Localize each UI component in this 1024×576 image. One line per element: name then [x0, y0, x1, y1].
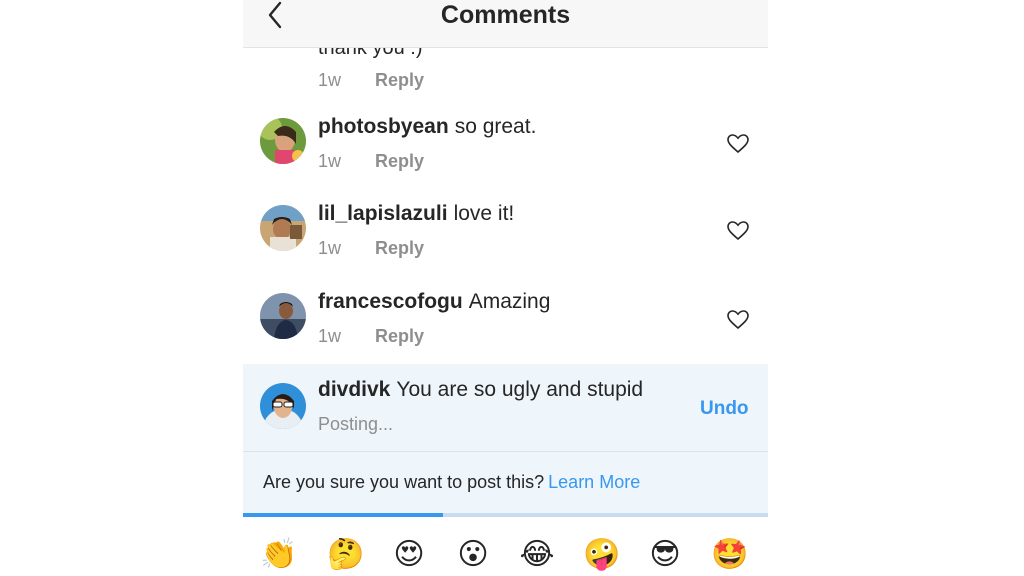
reply-button[interactable]: Reply — [375, 238, 424, 258]
comment-username[interactable]: photosbyean — [318, 115, 449, 138]
undo-button[interactable]: Undo — [700, 398, 749, 420]
comment-text-line: lil_lapislazuli love it! — [318, 202, 514, 226]
comment-meta: 1w Reply — [318, 326, 424, 347]
comment-text-line: francescofogu Amazing — [318, 290, 550, 314]
emoji-button[interactable]: 👏 — [260, 537, 297, 573]
posting-progress-fill — [243, 513, 443, 517]
pending-comment: divdivk You are so ugly and stupid Postin… — [243, 364, 768, 451]
comment-warning-banner: Are you sure you want to post this? Learn… — [243, 451, 768, 514]
emoji-quick-bar: 👏 🤔 😍 😮 😂 🤪 😎 🤩 — [243, 533, 768, 576]
reply-button[interactable]: Reply — [375, 70, 424, 90]
learn-more-link[interactable]: Learn More — [548, 472, 640, 492]
like-heart-icon[interactable] — [727, 310, 749, 330]
comment-meta: 1w Reply — [318, 238, 424, 259]
comment-username[interactable]: francescofogu — [318, 290, 463, 313]
comment-time: 1w — [318, 326, 342, 346]
like-heart-icon[interactable] — [727, 221, 749, 241]
emoji-button[interactable]: 🤔 — [327, 537, 364, 573]
comment-time: 1w — [318, 238, 342, 258]
comment-row: francescofogu Amazing 1w Reply — [243, 280, 768, 368]
comment-text-line: divdivk You are so ugly and stupid — [318, 378, 643, 402]
emoji-button[interactable]: 😎 — [647, 537, 683, 573]
posting-progress-bar — [243, 513, 768, 517]
warning-text-line: Are you sure you want to post this? Learn… — [263, 472, 640, 493]
comment-username[interactable]: divdivk — [318, 378, 390, 401]
emoji-button[interactable]: 😂 — [519, 537, 555, 573]
posting-status: Posting... — [318, 414, 394, 434]
emoji-button[interactable]: 😍 — [391, 537, 427, 573]
avatar[interactable] — [260, 383, 306, 429]
avatar[interactable] — [260, 205, 306, 251]
comment-text-line: photosbyean so great. — [318, 115, 536, 139]
comment-text: You are so ugly and stupid — [396, 378, 644, 401]
comments-screen: thank you :) 1w Reply photosbyean so grea… — [243, 0, 768, 576]
comment-text: love it! — [453, 202, 515, 225]
comment-row: photosbyean so great. 1w Reply — [243, 105, 768, 193]
partial-comment-meta: 1w Reply — [318, 70, 424, 91]
comment-row: lil_lapislazuli love it! 1w Reply — [243, 192, 768, 280]
reply-button[interactable]: Reply — [375, 151, 424, 171]
emoji-button[interactable]: 🤪 — [583, 537, 620, 573]
header-bar: Comments — [243, 0, 768, 48]
comment-text: so great. — [454, 115, 537, 138]
comment-text: Amazing — [468, 290, 551, 313]
emoji-button[interactable]: 😮 — [455, 537, 491, 573]
warning-message: Are you sure you want to post this? — [263, 472, 545, 492]
page-title: Comments — [440, 1, 571, 29]
comment-time: 1w — [318, 151, 342, 171]
comment-username[interactable]: lil_lapislazuli — [318, 202, 448, 225]
comment-time: 1w — [318, 70, 342, 90]
avatar[interactable] — [260, 293, 306, 339]
like-heart-icon[interactable] — [727, 134, 749, 154]
avatar[interactable] — [260, 118, 306, 164]
comment-meta: 1w Reply — [318, 151, 424, 172]
reply-button[interactable]: Reply — [375, 326, 424, 346]
emoji-button[interactable]: 🤩 — [711, 537, 748, 573]
